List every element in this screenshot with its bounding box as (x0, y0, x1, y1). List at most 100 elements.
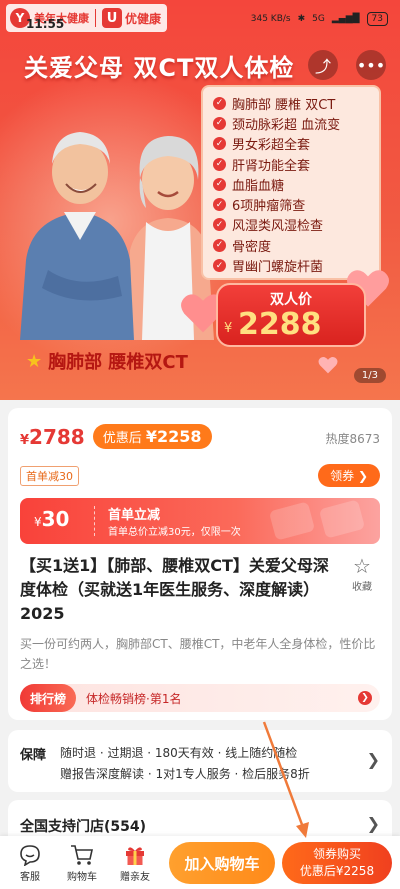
hero-banner[interactable]: Y 美年大健康 U 优健康 11:55 345 KB/s ✱ 5G ▂▄▆█ 7… (0, 0, 400, 400)
price-symbol: ¥ (20, 432, 30, 448)
chevron-right-icon: ❯ (366, 750, 380, 769)
customer-service-button[interactable]: 客服 (8, 844, 52, 883)
gift-friend-label: 赠亲友 (120, 872, 150, 883)
battery-icon: 73 (366, 12, 388, 26)
coupon-value: 30 (41, 507, 70, 531)
guarantee-label: 保障 (20, 748, 47, 763)
check-icon: ✓ (213, 137, 226, 151)
shopping-cart-icon (60, 844, 104, 866)
check-icon: ✓ (213, 157, 226, 171)
original-price-value: 2788 (29, 424, 85, 449)
hero-title: 关爱父母 双CT双人体检 (24, 54, 295, 82)
status-bar: Y 美年大健康 U 优健康 11:55 345 KB/s ✱ 5G ▂▄▆█ 7… (0, 0, 400, 34)
hero-feature-list: ✓ 胸肺部 腰椎 双CT ✓ 颈动脉彩超 血流变 ✓ 男女彩超全套 ✓ 肝肾功能全套 ✓… (201, 85, 381, 280)
feature-text: 血脂血糖 (232, 178, 285, 194)
discount-price-pill: 优惠后 ¥2258 (92, 424, 212, 449)
chat-bubble-icon (8, 844, 52, 866)
check-icon: ✓ (213, 96, 226, 110)
coupon-title: 首单立减 (108, 508, 161, 523)
status-icons: 345 KB/s ✱ 5G ▂▄▆█ 73 (251, 12, 388, 26)
coupon-divider (94, 506, 95, 536)
check-icon: ✓ (213, 218, 226, 232)
favorite-label: 收藏 (352, 582, 372, 593)
youjiankang-logo-icon: U (102, 8, 122, 28)
check-icon: ✓ (213, 177, 226, 191)
network-speed: 345 KB/s (250, 14, 291, 24)
share-icon[interactable]: ⤴ (308, 50, 338, 80)
banner-page-indicator: 1/3 (353, 368, 386, 383)
coupon-symbol: ¥ (34, 515, 42, 529)
heat-count: 热度8673 (325, 432, 380, 446)
coupon-amount: ¥30 (34, 507, 69, 531)
feature-text: 6项肿瘤筛查 (232, 199, 306, 215)
star-outline-icon: ☆ (353, 554, 371, 578)
chevron-right-icon: ❯ (366, 814, 380, 833)
check-icon: ✓ (213, 238, 226, 252)
feature-item: ✓ 肝肾功能全套 (213, 154, 379, 174)
add-to-cart-button[interactable]: 加入购物车 (169, 842, 275, 884)
hero-price-badge: 双人价 ¥ 2288 (216, 283, 366, 347)
cart-button[interactable]: 购物车 (60, 844, 104, 883)
feature-text: 肝肾功能全套 (232, 158, 311, 174)
bluetooth-icon: ✱ (297, 14, 306, 24)
get-coupon-button[interactable]: 领券 ❯ (318, 464, 380, 487)
network-type: 5G (312, 14, 325, 24)
buy-with-coupon-button[interactable]: 领券购买 优惠后¥2258 (282, 842, 392, 884)
feature-item: ✓ 男女彩超全套 (213, 134, 379, 154)
coupon-desc: 首单总价立减30元，仅限一次 (108, 527, 241, 538)
product-info-card: ¥2788 优惠后 ¥2258 热度8673 首单减30 领券 ❯ ¥30 首单… (8, 408, 392, 720)
feature-item: ✓ 骨密度 (213, 235, 379, 255)
hero-subtitle-text: 胸肺部 腰椎双CT (48, 352, 188, 373)
gift-friend-button[interactable]: 赠亲友 (113, 844, 157, 883)
feature-text: 男女彩超全套 (232, 138, 311, 154)
feature-text: 胃幽门螺旋杆菌 (232, 260, 324, 276)
coupon-banner[interactable]: ¥30 首单立减 首单总价立减30元，仅限一次 (20, 498, 380, 544)
star-icon: ★ (26, 350, 43, 372)
brand-logo-sub: 优健康 (125, 11, 162, 26)
check-icon: ✓ (213, 116, 226, 130)
chevron-right-icon: ❯ (358, 691, 372, 705)
ranking-row[interactable]: 排行榜 体检畅销榜·第1名 ❯ (20, 684, 380, 712)
ranking-badge: 排行榜 (20, 684, 77, 712)
product-title: 【买1送1】【肺部、腰椎双CT】关爱父母深度体检（买就送1年医生服务、深度解读）… (20, 556, 329, 623)
coupon-watermark-icon (270, 500, 364, 540)
feature-text: 风湿类风湿检查 (232, 219, 324, 235)
hero-price-value: 2288 (238, 307, 322, 342)
ranking-text: 体检畅销榜·第1名 (86, 691, 182, 706)
discount-prefix: 优惠后 (102, 431, 142, 446)
feature-text: 骨密度 (232, 239, 272, 255)
buy-button-line-1: 领券购买 (312, 847, 361, 861)
feature-text: 胸肺部 腰椎 双CT (232, 97, 336, 113)
guarantee-line-1: 随时退 · 过期退 · 180天有效 · 线上随约随检 (60, 746, 298, 760)
signal-icon: ▂▄▆█ (331, 14, 360, 24)
original-price: ¥2788 (20, 425, 85, 449)
more-options-icon[interactable]: ••• (356, 50, 386, 80)
check-icon: ✓ (213, 198, 226, 212)
gift-icon (113, 844, 157, 866)
buy-button-line-2: 优惠后¥2258 (299, 864, 375, 878)
bottom-action-bar: 客服 购物车 赠亲友 加入购物车 领券购买 优惠后¥2258 (0, 836, 400, 889)
feature-item: ✓ 胸肺部 腰椎 双CT (213, 93, 379, 113)
stores-title: 全国支持门店(554) (20, 819, 147, 835)
check-icon: ✓ (213, 259, 226, 273)
heart-decoration-icon (318, 356, 338, 374)
guarantee-card[interactable]: 保障 随时退 · 过期退 · 180天有效 · 线上随约随检 赠报告深度解读 ·… (8, 730, 392, 792)
guarantee-line-2: 赠报告深度解读 · 1对1专人服务 · 检后服务8折 (60, 767, 310, 781)
feature-item: ✓ 6项肿瘤筛查 (213, 194, 379, 214)
feature-item: ✓ 颈动脉彩超 血流变 (213, 113, 379, 133)
logo-divider (95, 9, 96, 27)
feature-item: ✓ 血脂血糖 (213, 174, 379, 194)
customer-service-label: 客服 (20, 872, 40, 883)
hero-price-label: 双人价 (270, 292, 312, 308)
product-description: 买一份可约两人，胸肺部CT、腰椎CT，中老年人全身体检，性价比之选！ (20, 637, 376, 671)
discount-price: ¥2258 (145, 427, 202, 446)
feature-item: ✓ 风湿类风湿检查 (213, 215, 379, 235)
feature-text: 颈动脉彩超 血流变 (232, 117, 341, 133)
price-row: ¥2788 优惠后 ¥2258 (20, 424, 212, 449)
cart-label: 购物车 (67, 872, 97, 883)
status-time: 11:55 (26, 17, 65, 31)
hero-price-symbol: ¥ (224, 321, 233, 336)
favorite-button[interactable]: ☆ 收藏 (344, 554, 380, 593)
first-order-tag: 首单减30 (20, 466, 79, 486)
hero-subtitle: ★ 胸肺部 腰椎双CT (26, 348, 188, 374)
